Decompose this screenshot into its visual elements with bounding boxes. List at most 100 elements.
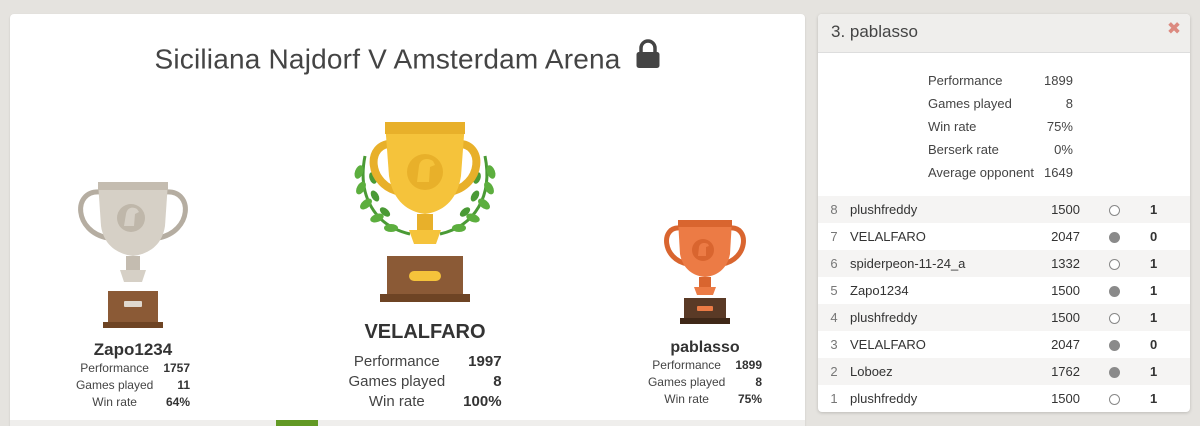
opponent-name[interactable]: plushfreddy (850, 196, 1010, 223)
second-place-stats: Performance 1757 Games played 11 Win rat… (76, 360, 190, 411)
lock-icon (635, 39, 661, 76)
opponent-name[interactable]: Loboez (850, 358, 1010, 385)
game-number: 7 (830, 229, 838, 244)
black-piece-icon (1108, 367, 1120, 379)
opponent-name[interactable]: VELALFARO (850, 223, 1010, 250)
stat-label: Win rate (92, 395, 137, 409)
game-row[interactable]: 5 Zapo1234 1500 1 (818, 277, 1190, 304)
close-icon[interactable]: ✖ (1164, 19, 1184, 39)
standings-tab-indicator[interactable] (276, 420, 318, 426)
game-row[interactable]: 8 plushfreddy 1500 1 (818, 196, 1190, 223)
tournament-title: Siciliana Najdorf V Amsterdam Arena (154, 43, 621, 75)
stat-label: Average opponent (928, 165, 1035, 180)
game-number: 6 (830, 256, 838, 271)
opponent-name[interactable]: plushfreddy (850, 385, 1010, 412)
stat-row: Win rate 75% (648, 391, 762, 408)
stat-value: 1899 (735, 358, 763, 372)
stat-value: 75% (1046, 119, 1073, 134)
piece-color (1080, 250, 1148, 277)
stat-row: Win rate 75% (928, 115, 1073, 138)
game-number: 4 (830, 310, 838, 325)
game-row[interactable]: 1 plushfreddy 1500 1 (818, 385, 1190, 412)
opponent-name[interactable]: Zapo1234 (850, 277, 1010, 304)
stat-value: 1899 (1044, 73, 1073, 88)
game-result: 1 (1150, 310, 1158, 325)
player-panel-header: 3. pablasso ✖ (818, 14, 1190, 53)
game-result: 1 (1150, 202, 1158, 217)
opponent-rating: 1500 (1051, 202, 1080, 217)
game-number: 2 (830, 364, 838, 379)
stat-label: Games played (348, 373, 446, 390)
stat-row: Performance 1997 (348, 352, 502, 372)
opponent-name[interactable]: plushfreddy (850, 304, 1010, 331)
game-result: 1 (1150, 391, 1158, 406)
black-piece-icon (1108, 286, 1120, 298)
stat-value: 1649 (1044, 165, 1073, 180)
stat-row: Performance 1757 (76, 360, 190, 377)
opponent-rating: 1500 (1051, 310, 1080, 325)
stat-label: Performance (353, 353, 440, 370)
stat-row: Average opponent 1649 (928, 161, 1073, 184)
game-number: 5 (830, 283, 838, 298)
game-row[interactable]: 6 spiderpeon-11-24_a 1332 1 (818, 250, 1190, 277)
stat-row: Berserk rate 0% (928, 138, 1073, 161)
podium-first: VELALFARO Performance 1997 Games played … (335, 116, 515, 412)
stat-value: 100% (463, 393, 502, 410)
stat-row: Win rate 64% (76, 394, 190, 411)
opponent-name[interactable]: VELALFARO (850, 331, 1010, 358)
game-result: 0 (1150, 229, 1158, 244)
stat-value: 1757 (163, 361, 191, 375)
stat-value: 75% (738, 392, 763, 406)
game-result: 0 (1150, 337, 1158, 352)
opponent-rating: 1762 (1051, 364, 1080, 379)
black-piece-icon (1108, 232, 1120, 244)
stat-row: Games played 11 (76, 377, 190, 394)
stat-label: Performance (928, 73, 1003, 88)
first-place-stats: Performance 1997 Games played 8 Win rate… (348, 352, 501, 412)
games-table-body: 8 plushfreddy 1500 1 7 VELALFARO 2047 0 6 spiderp… (818, 196, 1190, 412)
first-place-name[interactable]: VELALFARO (335, 321, 515, 344)
game-row[interactable]: 2 Loboez 1762 1 (818, 358, 1190, 385)
stat-value: 8 (493, 373, 502, 390)
white-piece-icon (1108, 259, 1120, 271)
stat-value: 11 (177, 378, 191, 392)
stat-row: Performance 1899 (928, 69, 1073, 92)
stat-value: 1997 (468, 353, 502, 370)
stat-value: 8 (755, 375, 763, 389)
white-piece-icon (1108, 205, 1120, 217)
black-piece-icon (1108, 340, 1120, 352)
piece-color (1080, 304, 1148, 331)
player-stats: Performance 1899 Games played 8 Win rate… (928, 69, 1073, 184)
opponent-rating: 2047 (1051, 337, 1080, 352)
game-row[interactable]: 4 plushfreddy 1500 1 (818, 304, 1190, 331)
tournament-podium-panel: Siciliana Najdorf V Amsterdam Arena Zapo… (10, 14, 805, 426)
piece-color (1080, 277, 1148, 304)
player-panel-title: 3. pablasso (831, 22, 918, 41)
second-place-name[interactable]: Zapo1234 (68, 340, 198, 360)
game-row[interactable]: 7 VELALFARO 2047 0 (818, 223, 1190, 250)
stat-label: Win rate (664, 392, 709, 406)
third-place-name[interactable]: pablasso (640, 339, 770, 357)
game-row[interactable]: 3 VELALFARO 2047 0 (818, 331, 1190, 358)
bronze-trophy-icon (640, 216, 770, 333)
stat-row: Win rate 100% (348, 392, 502, 412)
opponent-name[interactable]: spiderpeon-11-24_a (850, 250, 1010, 277)
stat-label: Games played (75, 378, 154, 392)
stat-row: Games played 8 (348, 372, 501, 392)
white-piece-icon (1108, 313, 1120, 325)
gold-trophy-icon (335, 116, 515, 311)
game-number: 8 (830, 202, 838, 217)
third-place-stats: Performance 1899 Games played 8 Win rate… (648, 357, 762, 408)
piece-color (1080, 223, 1148, 250)
podium-third: pablasso Performance 1899 Games played 8… (640, 216, 770, 408)
stat-label: Performance (652, 358, 721, 372)
silver-trophy-icon (68, 174, 198, 334)
game-number: 1 (830, 391, 838, 406)
page-title: Siciliana Najdorf V Amsterdam Arena (10, 39, 805, 76)
stat-label: Games played (647, 375, 726, 389)
player-info-panel: 3. pablasso ✖ Performance 1899 Games pla… (818, 14, 1190, 412)
stat-value: 0% (1054, 142, 1073, 157)
stat-label: Berserk rate (928, 142, 999, 157)
stat-row: Games played 8 (648, 374, 762, 391)
stat-row: Games played 8 (928, 92, 1073, 115)
